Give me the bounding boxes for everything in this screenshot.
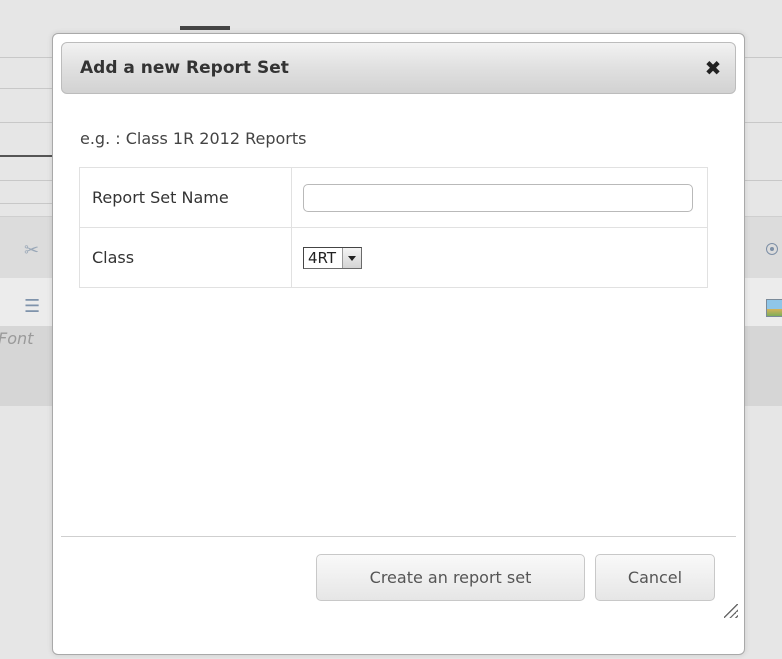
form-row-class: Class 4RT bbox=[79, 227, 708, 288]
bg-divider bbox=[0, 180, 56, 181]
bg-divider bbox=[745, 122, 782, 123]
close-icon[interactable]: ✖ bbox=[701, 56, 725, 80]
image-icon[interactable] bbox=[766, 299, 782, 317]
bg-divider bbox=[0, 88, 56, 89]
dropdown-arrow-icon[interactable] bbox=[342, 247, 362, 268]
bg-divider bbox=[745, 57, 782, 58]
bg-divider bbox=[0, 122, 56, 123]
class-select[interactable]: 4RT bbox=[303, 246, 363, 269]
example-hint: e.g. : Class 1R 2012 Reports bbox=[80, 129, 307, 148]
create-report-set-button[interactable]: Create an report set bbox=[316, 554, 585, 601]
footer-divider bbox=[61, 536, 736, 537]
class-cell: 4RT bbox=[291, 227, 708, 288]
scissors-icon[interactable]: ✂ bbox=[24, 242, 39, 260]
report-set-form: Report Set Name Class 4RT bbox=[79, 167, 708, 288]
class-select-value: 4RT bbox=[308, 248, 337, 267]
class-label: Class bbox=[79, 227, 292, 288]
bg-divider bbox=[745, 180, 782, 181]
dialog-title: Add a new Report Set bbox=[80, 58, 289, 78]
form-row-report-set-name: Report Set Name bbox=[79, 167, 708, 228]
report-set-name-cell bbox=[291, 167, 708, 228]
dialog-titlebar[interactable]: Add a new Report Set ✖ bbox=[61, 42, 736, 94]
report-set-name-label: Report Set Name bbox=[79, 167, 292, 228]
bg-font-label: Font bbox=[0, 329, 34, 348]
bg-divider bbox=[0, 57, 56, 58]
bg-divider bbox=[0, 155, 56, 157]
cancel-button[interactable]: Cancel bbox=[595, 554, 715, 601]
radio-icon[interactable] bbox=[766, 243, 778, 255]
bg-divider bbox=[0, 203, 56, 204]
bulleted-list-icon[interactable]: ☰ bbox=[24, 298, 40, 316]
resize-grip-icon[interactable] bbox=[724, 604, 738, 618]
report-set-name-input[interactable] bbox=[303, 183, 693, 212]
add-report-set-dialog: Add a new Report Set ✖ e.g. : Class 1R 2… bbox=[52, 33, 745, 655]
bg-tab-marker bbox=[180, 26, 230, 30]
